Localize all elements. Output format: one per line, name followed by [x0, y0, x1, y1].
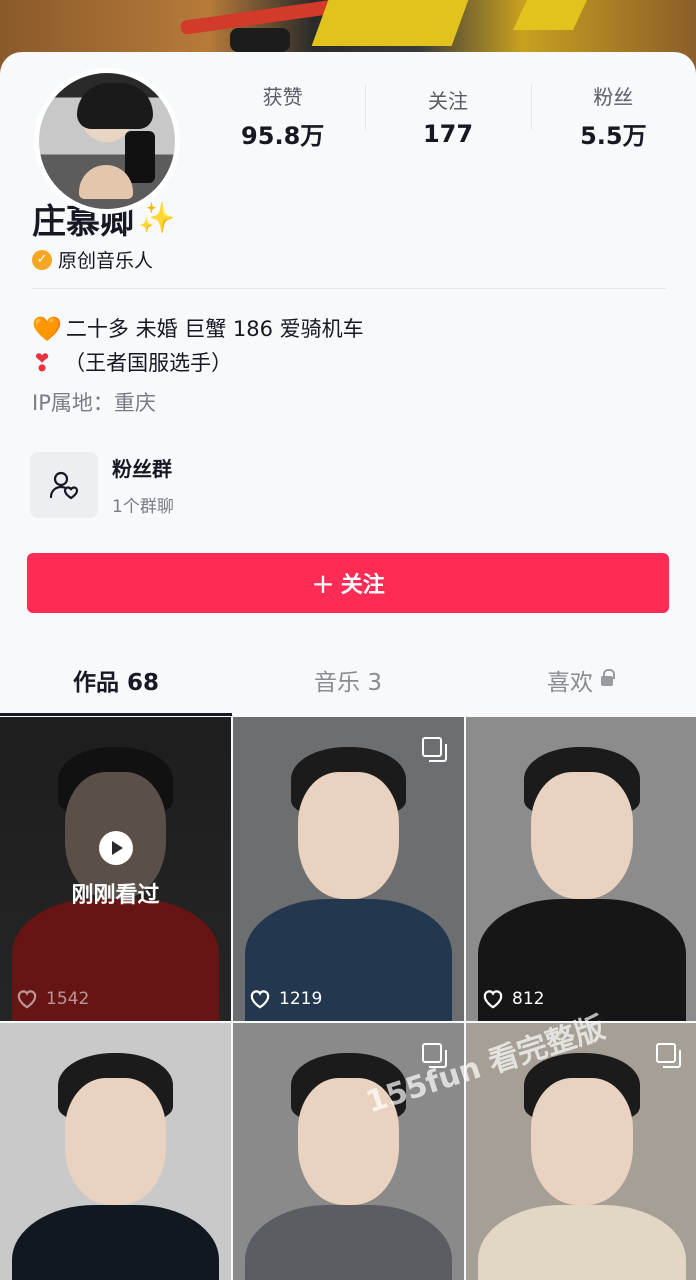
play-icon [98, 831, 133, 865]
bio-line: 二十多 未婚 巨蟹 186 爱骑机车 [65, 317, 364, 341]
verified-check-icon: ✓ [32, 249, 52, 270]
fan-group-entry[interactable]: 粉丝群 1个群聊 [30, 452, 174, 518]
stat-value: 95.8万 [241, 122, 325, 150]
tab-liked[interactable]: 喜欢 [464, 644, 696, 716]
video-thumbnail[interactable]: 刚刚看过 1542 [0, 717, 231, 1021]
profile-tabs: 作品 68 音乐 3 喜欢 [0, 644, 696, 716]
ip-location: IP属地：重庆 [32, 391, 156, 415]
tab-music[interactable]: 音乐 3 [232, 644, 464, 716]
lock-icon [601, 669, 615, 686]
video-thumbnail[interactable]: 812 [466, 717, 696, 1021]
verification-label: 原创音乐人 [58, 250, 154, 272]
profile-stats: 获赞 95.8万 关注 177 粉丝 5.5万 [200, 76, 696, 156]
recently-watched-label: 刚刚看过 [71, 883, 160, 908]
follow-button-label: 关注 [340, 573, 385, 598]
like-count: 812 [482, 989, 544, 1009]
fan-group-title: 粉丝群 [112, 457, 172, 481]
heart-outline-icon [483, 990, 503, 1009]
verification-badge[interactable]: ✓ 原创音乐人 [32, 246, 153, 273]
plus-icon: + [311, 566, 335, 600]
profile-sheet: 获赞 95.8万 关注 177 粉丝 5.5万 庄慕卿 ✨ ✓ 原创音乐人 🧡 … [0, 52, 696, 1280]
like-count-value: 812 [512, 989, 545, 1009]
video-thumbnail[interactable] [0, 1023, 231, 1280]
divider [32, 288, 666, 289]
tab-label: 作品 68 [72, 670, 159, 696]
like-count-value: 1542 [46, 989, 90, 1009]
video-grid: 刚刚看过 1542 1219 812 [0, 717, 696, 1280]
stat-following[interactable]: 关注 177 [365, 76, 530, 156]
stat-value: 5.5万 [580, 122, 647, 150]
heart-exclamation-icon: ❣ [32, 349, 53, 377]
like-count-value: 1219 [279, 989, 323, 1009]
sparkles-icon: ✨ [138, 201, 176, 236]
tab-label: 音乐 3 [314, 670, 382, 696]
heart-outline-icon [250, 990, 270, 1009]
stat-label: 获赞 [262, 85, 303, 109]
fan-group-subtitle: 1个群聊 [112, 497, 174, 517]
bio-line: （王者国服选手） [64, 351, 233, 375]
multi-image-icon [656, 1043, 681, 1068]
profile-bio: 🧡 二十多 未婚 巨蟹 186 爱骑机车 ❣ （王者国服选手） IP属地：重庆 [32, 312, 364, 420]
stat-label: 粉丝 [593, 85, 634, 109]
like-count: 1219 [249, 989, 322, 1009]
stat-value: 177 [422, 119, 474, 148]
stat-followers[interactable]: 粉丝 5.5万 [530, 76, 696, 156]
recently-watched-overlay: 刚刚看过 [0, 831, 231, 909]
multi-image-icon [422, 737, 447, 762]
follow-button[interactable]: + 关注 [27, 553, 669, 613]
tab-works[interactable]: 作品 68 [0, 644, 232, 716]
stat-likes[interactable]: 获赞 95.8万 [200, 76, 365, 156]
stat-label: 关注 [427, 88, 468, 113]
video-thumbnail[interactable]: 1219 [233, 717, 464, 1021]
tab-label: 喜欢 [547, 670, 593, 696]
fan-group-icon [30, 452, 98, 518]
orange-heart-icon: 🧡 [32, 315, 62, 343]
like-count: 1542 [16, 989, 89, 1009]
avatar[interactable] [34, 68, 180, 214]
heart-outline-icon [17, 990, 37, 1009]
